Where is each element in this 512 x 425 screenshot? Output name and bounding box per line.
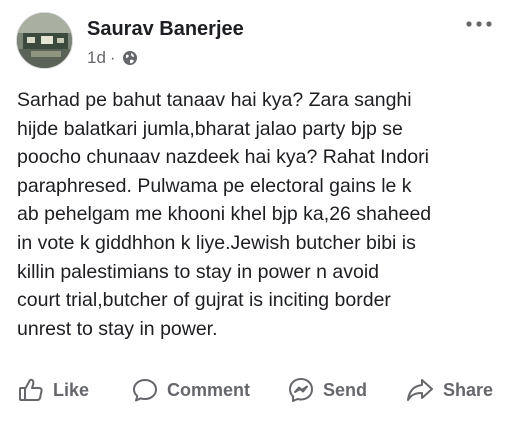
like-label: Like <box>53 379 90 400</box>
post-header: Saurav Banerjee 1d · <box>16 10 498 69</box>
share-arrow-icon <box>405 376 435 404</box>
avatar-image <box>17 13 72 68</box>
comment-bubble-icon <box>131 376 159 404</box>
thumbs-up-icon <box>17 376 45 404</box>
avatar[interactable] <box>16 12 73 69</box>
facebook-post: Saurav Banerjee 1d · Sarhad pe bahut tan… <box>0 0 512 425</box>
send-button[interactable]: Send <box>287 370 367 410</box>
send-label: Send <box>323 379 368 400</box>
author-name[interactable]: Saurav Banerjee <box>87 18 244 41</box>
share-button[interactable]: Share <box>405 370 493 410</box>
more-options-icon[interactable] <box>462 10 496 38</box>
like-button[interactable]: Like <box>17 370 89 410</box>
messenger-icon <box>287 376 315 404</box>
comment-button[interactable]: Comment <box>131 370 250 410</box>
share-label: Share <box>443 379 494 400</box>
post-text: Sarhad pe bahut tanaav hai kya? Zara san… <box>17 89 432 340</box>
meta-separator: · <box>109 48 116 67</box>
post-actions: Like Comment Send Share <box>0 370 512 410</box>
comment-label: Comment <box>167 379 251 400</box>
globe-icon[interactable] <box>122 50 138 66</box>
post-time[interactable]: 1d <box>87 48 106 68</box>
post-meta: 1d · <box>87 48 138 68</box>
